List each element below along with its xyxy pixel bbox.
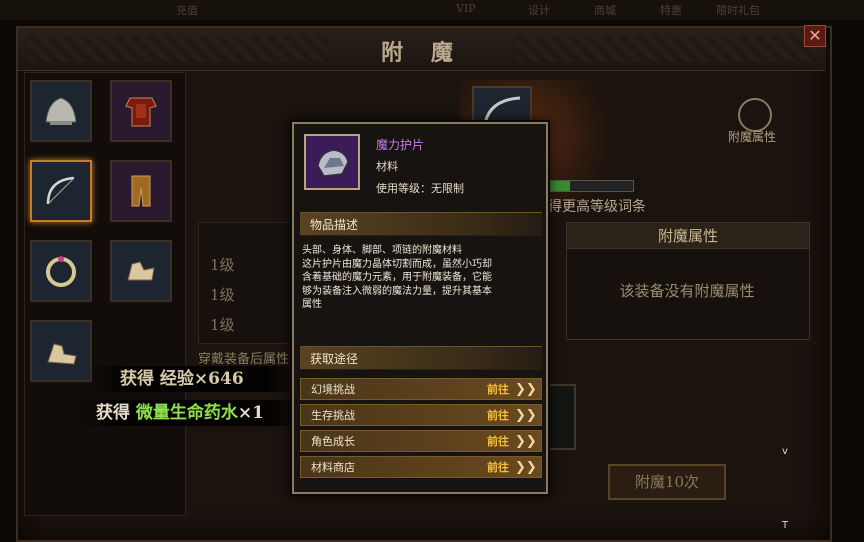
equipment-slot-ring[interactable]	[30, 240, 92, 302]
helmet-icon	[45, 97, 77, 125]
top-menu-item[interactable]: 限时礼包	[716, 2, 760, 18]
enchant-property-button[interactable]: 附魔属性	[728, 128, 776, 145]
enchant-attr-header: 附魔属性	[566, 222, 810, 250]
equipment-slot-weapon[interactable]	[30, 160, 92, 222]
upgrade-hint: 得更高等级词条	[548, 199, 646, 215]
bow-icon	[46, 176, 75, 205]
description-line: 这片护片由魔力晶体切割而成，虽然小巧却	[302, 258, 492, 270]
description-line: 够为装备注入微弱的魔法力量，提升其基本	[302, 285, 492, 297]
description-line: 含着基础的魔力元素，用于附魔装备，它能	[302, 272, 492, 283]
top-menu-item[interactable]: 设计	[528, 2, 550, 18]
equipment-slot-pants[interactable]	[110, 160, 172, 222]
cursor-mark: T	[782, 520, 789, 531]
equipment-slot-helmet[interactable]	[30, 80, 92, 142]
description-line: 属性	[302, 299, 322, 310]
window-title-bar: 附 魔	[18, 28, 826, 71]
source-row-illusion-challenge[interactable]: 幻境挑战 前往 ❯❯	[300, 378, 542, 400]
equipment-slot-chest[interactable]	[110, 80, 172, 142]
enchant-level-row[interactable]: 1级	[210, 254, 235, 275]
item-icon-frame	[304, 134, 360, 190]
goto-link[interactable]: 前往	[487, 379, 509, 401]
source-row-survival-challenge[interactable]: 生存挑战 前往 ❯❯	[300, 404, 542, 426]
equipment-slot-boots[interactable]	[30, 320, 92, 382]
reward-count: ×1	[237, 403, 264, 423]
pants-icon	[131, 175, 151, 207]
item-name: 魔力护片	[376, 138, 425, 152]
double-chevron-icon: ❯❯	[515, 460, 537, 475]
item-description: 头部、身体、脚部、项链的附魔材料 这片护片由魔力晶体切割而成，虽然小巧却 含着基…	[302, 244, 542, 312]
enchant-property-icon[interactable]	[738, 98, 772, 132]
reward-exp-toast: 获得 经验×646	[86, 366, 310, 392]
goto-link[interactable]: 前往	[487, 457, 509, 479]
double-chevron-icon: ❯❯	[515, 434, 537, 449]
cursor-mark: v	[782, 446, 788, 457]
source-row-material-shop[interactable]: 材料商店 前往 ❯❯	[300, 456, 542, 478]
source-label: 材料商店	[311, 461, 355, 474]
enchant-progress-bar	[548, 180, 634, 192]
enchant-10-button[interactable]: 附魔10次	[608, 464, 726, 500]
double-chevron-icon: ❯❯	[515, 408, 537, 423]
gloves-icon	[127, 261, 155, 281]
top-menu-item[interactable]: 充值	[176, 2, 198, 18]
reward-prefix: 获得	[96, 403, 136, 423]
boots-icon	[47, 343, 77, 365]
double-chevron-icon: ❯❯	[515, 382, 537, 397]
source-label: 生存挑战	[311, 409, 355, 422]
description-line: 头部、身体、脚部、项链的附魔材料	[302, 245, 462, 256]
enchant-level-row[interactable]: 1级	[210, 284, 235, 305]
goto-link[interactable]: 前往	[487, 405, 509, 427]
top-menu-bar: 充值 VIP 设计 商城 特惠 限时礼包	[0, 0, 864, 20]
item-description-header: 物品描述	[300, 212, 542, 236]
goto-link[interactable]: 前往	[487, 431, 509, 453]
chest-armor-icon	[125, 97, 157, 127]
close-button[interactable]: ✕	[804, 25, 826, 47]
armor-shard-icon	[306, 136, 358, 188]
item-use-level: 使用等级：无限制	[376, 182, 464, 195]
enchant-level-row[interactable]: 1级	[210, 314, 235, 335]
top-menu-item[interactable]: VIP	[456, 2, 476, 15]
window-title: 附 魔	[381, 40, 463, 66]
source-row-character-growth[interactable]: 角色成长 前往 ❯❯	[300, 430, 542, 452]
top-menu-item[interactable]: 特惠	[660, 2, 682, 18]
item-tooltip: 魔力护片 材料 使用等级：无限制 物品描述 头部、身体、脚部、项链的附魔材料 这…	[292, 122, 548, 494]
item-type: 材料	[376, 160, 398, 173]
top-menu-item[interactable]: 商城	[594, 2, 616, 18]
equipment-slot-gloves[interactable]	[110, 240, 172, 302]
wear-attribute-note: 穿戴装备后属性	[198, 352, 290, 367]
source-label: 角色成长	[311, 435, 355, 448]
ring-icon	[46, 256, 76, 287]
reward-potion-toast: 获得 微量生命药水×1	[74, 400, 316, 426]
source-label: 幻境挑战	[311, 383, 355, 396]
item-source-header: 获取途径	[300, 346, 542, 370]
enchant-attr-empty: 该装备没有附魔属性	[619, 282, 755, 300]
reward-item-name: 微量生命药水	[135, 403, 238, 423]
